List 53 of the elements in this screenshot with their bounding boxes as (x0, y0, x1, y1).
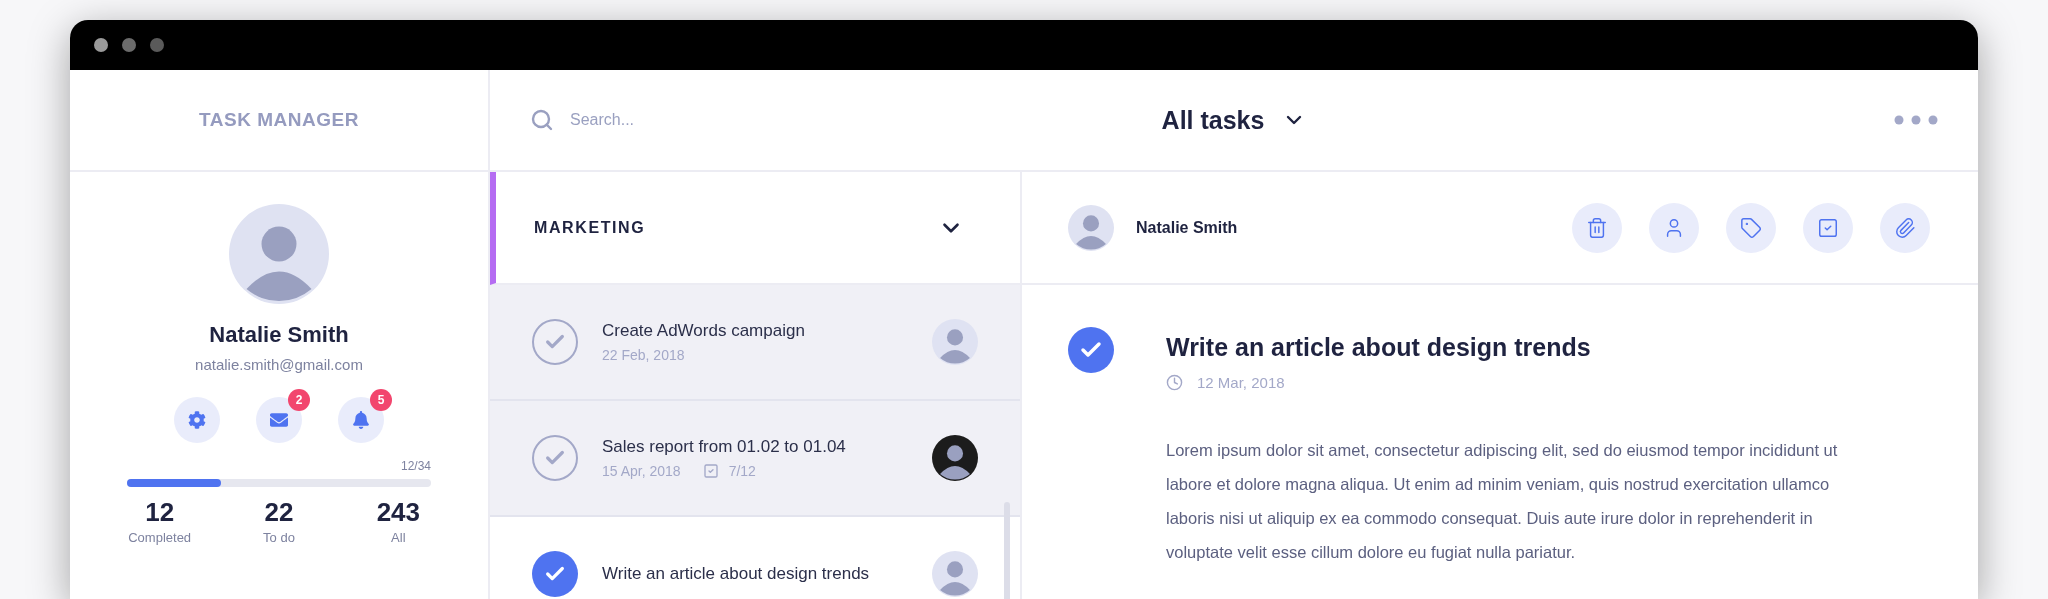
task-checkbox[interactable] (532, 319, 578, 365)
stat-label: All (391, 530, 406, 545)
task-title: Write an article about design trends (602, 564, 871, 584)
task-date: 12 Mar, 2018 (1197, 374, 1285, 391)
task-date: 22 Feb, 2018 (602, 347, 685, 363)
attach-button[interactable] (1880, 202, 1930, 253)
tag-icon (1740, 216, 1762, 239)
task-row[interactable]: Create AdWords campaign 22 Feb, 2018 (490, 285, 1020, 401)
task-description: Lorem ipsum dolor sit amet, consectetur adipiscing elit, sed do eiusmod tempor incididunt ut labore et dolore magna aliqua. Ut enim ad minim veniam, quis nostrud exercitation ullamco laboris nisi ut aliquip ex ea commodo consequat. Duis aute irure dolor in reprehenderit in voluptate velit esse cillum dolore eu fugiat nulla pariatur. (1166, 440, 1839, 563)
checkbox-icon (702, 463, 719, 479)
stat-label: Completed (128, 530, 192, 545)
task-title: Create AdWords campaign (602, 321, 806, 341)
assign-button[interactable] (1649, 202, 1699, 253)
task-title: Sales report from 01.02 to 01.04 (602, 437, 847, 457)
count-badge: 5 (370, 389, 392, 411)
filter-dropdown[interactable]: All tasks (1161, 105, 1307, 135)
app-title: TASK MANAGER (199, 109, 359, 131)
group-title: MARKETING (534, 218, 646, 237)
task-heading: Write an article about design trends (1166, 333, 1592, 362)
settings-button[interactable] (174, 397, 220, 443)
stat-label: To do (263, 530, 295, 545)
notifications-button[interactable] (338, 397, 384, 443)
subtask-count: 7/12 (728, 463, 756, 479)
window-dot[interactable] (150, 38, 164, 52)
task-row[interactable]: Sales report from 01.02 to 01.04 15 Apr, 2018 7/12 (490, 401, 1020, 517)
window-dot[interactable] (122, 38, 136, 52)
stat-value: 243 (376, 497, 420, 528)
stat-value: 12 (145, 497, 175, 528)
profile-email: natalie.smith@gmail.com (195, 356, 363, 373)
task-checkbox[interactable] (532, 551, 578, 597)
checklist-button[interactable] (1803, 202, 1853, 253)
profile-name: Natalie Smith (209, 322, 349, 348)
mail-icon (270, 411, 288, 429)
tag-button[interactable] (1726, 202, 1776, 253)
more-icon[interactable] (1894, 115, 1938, 125)
mail-button[interactable] (256, 397, 302, 443)
search-icon (530, 108, 554, 132)
avatar (1068, 204, 1114, 251)
bell-icon (352, 411, 370, 429)
task-date: 15 Apr, 2018 (602, 463, 681, 479)
clock-icon (1166, 374, 1183, 391)
task-checkbox[interactable] (1068, 327, 1114, 373)
window-dot[interactable] (94, 38, 108, 52)
paperclip-icon (1894, 216, 1916, 239)
delete-button[interactable] (1572, 202, 1622, 253)
progress-reading: 12/34 (400, 459, 431, 473)
checkbox-icon (1817, 216, 1839, 239)
settings-icon (188, 411, 206, 429)
trash-icon (1586, 216, 1608, 239)
count-badge: 2 (288, 389, 310, 411)
assignee-name: Natalie Smith (1136, 218, 1239, 237)
stat-value: 22 (264, 497, 294, 528)
task-checkbox[interactable] (532, 435, 578, 481)
